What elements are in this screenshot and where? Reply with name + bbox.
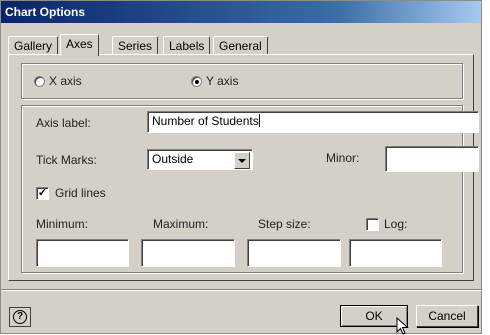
window-title: Chart Options	[5, 5, 85, 19]
grid-lines-checkbox[interactable]: ✓	[36, 187, 49, 200]
log-caption: Log:	[384, 217, 408, 231]
step-size-input[interactable]	[247, 239, 341, 267]
help-icon: ?	[13, 310, 27, 324]
tab-general[interactable]: General	[213, 36, 268, 54]
maximum-caption: Maximum:	[153, 217, 209, 231]
x-axis-radio[interactable]	[34, 76, 45, 87]
axis-label-value: Number of Students	[152, 114, 259, 128]
tick-marks-select[interactable]: Outside	[147, 149, 253, 170]
tick-marks-dropdown-button[interactable]	[234, 152, 250, 169]
axis-settings-group: Axis label: Number of Students Tick Mark…	[21, 105, 479, 273]
log-input[interactable]	[349, 239, 442, 267]
minor-input[interactable]	[385, 146, 479, 172]
step-size-caption: Step size:	[258, 217, 311, 231]
cancel-button[interactable]: Cancel	[416, 305, 478, 327]
maximum-input[interactable]	[141, 239, 235, 267]
footer-divider	[1, 289, 481, 291]
x-axis-label: X axis	[49, 74, 82, 88]
tick-marks-caption: Tick Marks:	[36, 153, 97, 167]
y-axis-radio[interactable]	[191, 76, 202, 87]
axis-label-input[interactable]: Number of Students	[147, 111, 479, 133]
text-caret	[258, 114, 260, 127]
minimum-caption: Minimum:	[36, 217, 89, 231]
chart-options-dialog: Chart Options Gallery Axes Series Labels…	[0, 0, 482, 335]
minor-caption: Minor:	[326, 151, 360, 165]
axis-label-caption: Axis label:	[36, 116, 91, 130]
mouse-pointer-icon	[396, 317, 409, 335]
title-bar[interactable]: Chart Options	[1, 1, 481, 23]
y-axis-radio-dot	[195, 80, 199, 84]
axes-panel: X axis Y axis Axis label: Number of Stud…	[8, 54, 479, 281]
log-checkbox[interactable]	[366, 218, 379, 231]
minimum-input[interactable]	[36, 239, 129, 267]
help-button[interactable]: ?	[9, 307, 31, 327]
tab-labels[interactable]: Labels	[163, 36, 211, 54]
grid-lines-label: Grid lines	[55, 186, 106, 200]
chevron-down-icon	[238, 159, 246, 163]
tab-gallery[interactable]: Gallery	[8, 36, 59, 54]
tab-axes[interactable]: Axes	[60, 34, 99, 56]
axis-select-group: X axis Y axis	[21, 63, 463, 99]
tab-series[interactable]: Series	[112, 36, 159, 54]
y-axis-label: Y axis	[206, 74, 239, 88]
tick-marks-value: Outside	[152, 152, 194, 166]
